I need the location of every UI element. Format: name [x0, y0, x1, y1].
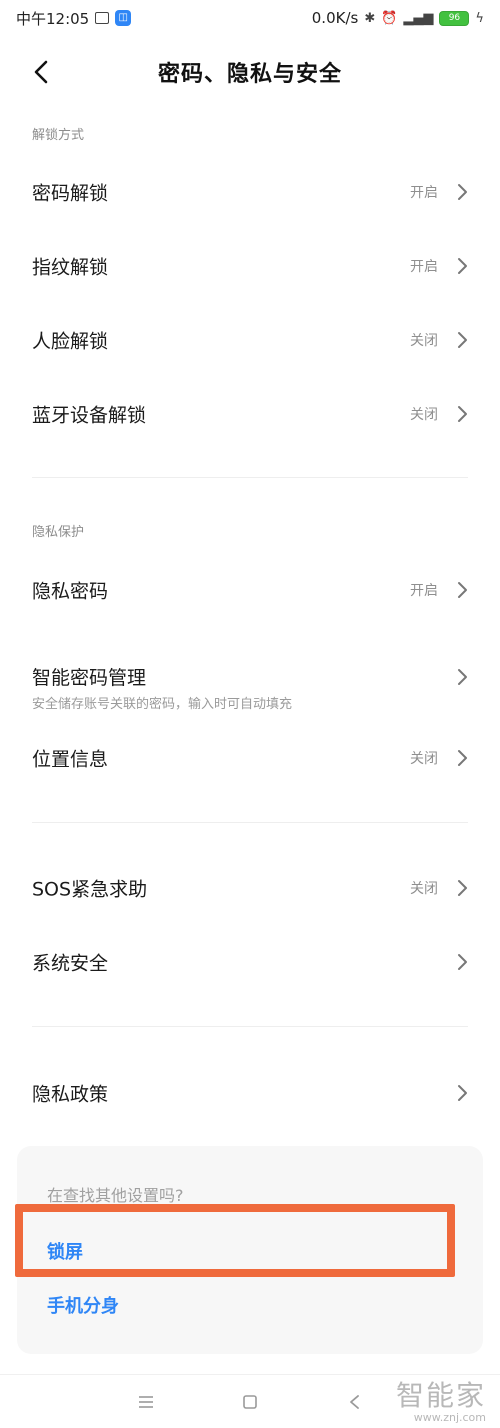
divider — [32, 477, 468, 478]
chevron-right-icon — [456, 183, 468, 201]
row-face-unlock[interactable]: 人脸解锁 关闭 — [0, 305, 500, 375]
row-label: 智能密码管理 — [32, 667, 147, 689]
navigation-bar: 智能家 www.znj.com — [0, 1374, 500, 1428]
status-time: 中午12:05 — [16, 9, 90, 28]
status-right: 0.0K/s ✱ ⏰ ▂▄▆ 96 ϟ — [312, 9, 484, 27]
row-value: 关闭 — [410, 881, 438, 897]
home-square-icon — [243, 1395, 257, 1409]
row-value: 关闭 — [410, 333, 438, 349]
chevron-right-icon — [456, 331, 468, 349]
page-title: 密码、隐私与安全 — [157, 62, 342, 87]
row-location-info[interactable]: 位置信息 关闭 — [0, 723, 500, 793]
chevron-right-icon — [456, 257, 468, 275]
section-label-unlock: 解锁方式 — [32, 128, 85, 143]
row-label: 蓝牙设备解锁 — [32, 404, 147, 427]
chevron-right-icon — [456, 405, 468, 423]
bluetooth-icon: ✱ — [364, 10, 376, 26]
row-value: 开启 — [410, 185, 438, 201]
section-label-privacy: 隐私保护 — [32, 525, 85, 540]
nav-menu-button[interactable] — [134, 1390, 158, 1414]
charging-icon: ϟ — [475, 10, 484, 26]
watermark-url: www.znj.com — [413, 1411, 486, 1424]
chevron-right-icon — [456, 668, 468, 686]
nav-home-button[interactable] — [238, 1390, 262, 1414]
row-value: 关闭 — [410, 407, 438, 423]
header: 密码、隐私与安全 — [0, 48, 500, 98]
row-label: 隐私政策 — [32, 1083, 109, 1106]
row-label: 人脸解锁 — [32, 330, 109, 353]
row-value: 开启 — [410, 583, 438, 599]
row-value: 开启 — [410, 259, 438, 275]
watermark: 智能家 www.znj.com — [395, 1379, 486, 1425]
divider — [32, 822, 468, 823]
row-label: 密码解锁 — [32, 182, 109, 205]
watermark-logo: 智能家 — [395, 1379, 486, 1412]
row-password-unlock[interactable]: 密码解锁 开启 — [0, 157, 500, 227]
row-subtitle: 安全储存账号关联的密码，输入时可自动填充 — [32, 697, 293, 712]
chevron-right-icon — [456, 953, 468, 971]
row-label: 隐私密码 — [32, 580, 109, 603]
menu-icon — [139, 1396, 153, 1408]
row-label: 位置信息 — [32, 748, 109, 771]
chevron-right-icon — [456, 581, 468, 599]
chevron-right-icon — [456, 879, 468, 897]
row-system-security[interactable]: 系统安全 — [0, 927, 500, 997]
status-bar: 中午12:05 ◫ 0.0K/s ✱ ⏰ ▂▄▆ 96 ϟ — [0, 0, 500, 36]
row-sos-emergency[interactable]: SOS紧急求助 关闭 — [0, 853, 500, 923]
row-label: 系统安全 — [32, 952, 109, 975]
network-speed: 0.0K/s — [311, 9, 359, 27]
row-value: 关闭 — [410, 751, 438, 767]
row-bluetooth-unlock[interactable]: 蓝牙设备解锁 关闭 — [0, 379, 500, 449]
divider — [32, 1026, 468, 1027]
signal-icon: ▂▄▆ — [403, 10, 434, 26]
app-notification-icon: ◫ — [115, 10, 132, 26]
suggestion-link-second-space[interactable]: 手机分身 — [47, 1292, 119, 1318]
battery-icon: 96 — [439, 10, 470, 26]
status-left: 中午12:05 ◫ — [16, 8, 132, 29]
row-smart-password-manager[interactable]: 智能密码管理 安全储存账号关联的密码，输入时可自动填充 — [0, 637, 500, 717]
row-privacy-password[interactable]: 隐私密码 开启 — [0, 555, 500, 625]
chevron-right-icon — [456, 1084, 468, 1102]
notification-icon — [95, 12, 110, 24]
alarm-icon: ⏰ — [381, 10, 398, 26]
row-fingerprint-unlock[interactable]: 指纹解锁 开启 — [0, 231, 500, 301]
nav-back-button[interactable] — [342, 1390, 366, 1414]
suggestion-title: 在查找其他设置吗? — [47, 1186, 184, 1205]
row-label: SOS紧急求助 — [32, 878, 148, 901]
row-label: 指纹解锁 — [32, 256, 109, 279]
highlight-box — [15, 1204, 455, 1277]
back-triangle-icon — [350, 1395, 359, 1409]
row-privacy-policy[interactable]: 隐私政策 — [0, 1058, 500, 1128]
chevron-right-icon — [456, 749, 468, 767]
